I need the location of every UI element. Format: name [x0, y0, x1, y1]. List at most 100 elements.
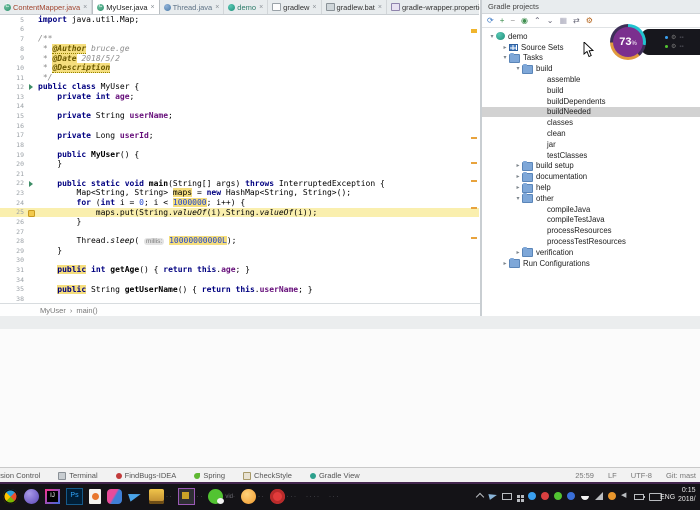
line-number[interactable]: 13 — [0, 93, 27, 101]
line-number[interactable]: 20 — [0, 160, 27, 168]
toolwindow-button-terminal[interactable]: Terminal — [58, 471, 98, 480]
gutter-cell[interactable] — [27, 92, 38, 102]
remove-icon[interactable]: − — [510, 16, 515, 25]
line-ending[interactable]: LF — [608, 471, 617, 480]
taskbar-app-document-viewer[interactable] — [89, 489, 101, 504]
taskbar-app-media-player[interactable]: · · — [149, 489, 172, 504]
chevron-icon[interactable]: ▸ — [514, 184, 522, 191]
run-method-icon[interactable] — [29, 180, 33, 187]
gutter-cell[interactable] — [27, 208, 38, 218]
gutter-cell[interactable] — [27, 159, 38, 169]
gutter-cell[interactable] — [27, 121, 38, 131]
breadcrumb-method[interactable]: main() — [76, 306, 97, 315]
code-line[interactable]: 22 public static void main(String[] args… — [0, 179, 479, 189]
gutter-cell[interactable] — [27, 73, 38, 83]
line-number[interactable]: 27 — [0, 228, 27, 236]
chevron-icon[interactable]: ▾ — [514, 195, 522, 202]
chevron-icon[interactable]: ▾ — [501, 54, 509, 61]
gutter-cell[interactable] — [27, 82, 38, 92]
line-number[interactable]: 31 — [0, 266, 27, 274]
tree-item-build-setup[interactable]: ▸ build setup — [482, 160, 700, 172]
tab-gradlew-bat[interactable]: gradlew.bat × — [322, 0, 387, 14]
gutter-cell[interactable] — [27, 140, 38, 150]
tree-item-assemble[interactable]: assemble — [482, 74, 700, 85]
gutter-cell[interactable] — [27, 150, 38, 160]
gutter-cell[interactable] — [27, 15, 38, 25]
execute-icon[interactable]: ◉ — [521, 16, 528, 25]
taskbar-app-wechat[interactable]: vid· — [208, 489, 235, 504]
recorder-overlay-pill[interactable]: ⚙ ▪▪ ⚙ ▪▪ — [641, 29, 700, 55]
toolwindow-button-version-control[interactable]: Version Control — [0, 471, 40, 480]
settings-icon[interactable]: ⚙ — [586, 16, 593, 25]
chevron-icon[interactable]: ▾ — [514, 65, 522, 72]
line-number[interactable]: 29 — [0, 247, 27, 255]
gutter-cell[interactable] — [27, 44, 38, 54]
code-line[interactable]: 24 for (int i = 0; i < 1000000; i++) { — [0, 197, 479, 208]
code-line[interactable]: 30 — [0, 256, 479, 266]
gutter-cell[interactable] — [27, 111, 38, 121]
tray-app-green-icon[interactable] — [554, 492, 562, 500]
line-number[interactable]: 5 — [0, 16, 27, 24]
toolwindow-button-gradle-view[interactable]: Gradle View — [309, 471, 360, 480]
toolwindow-button-checkstyle[interactable]: CheckStyle — [243, 471, 292, 480]
line-number[interactable]: 21 — [0, 170, 27, 178]
tab-myuser-java[interactable]: MyUser.java× — [92, 0, 160, 14]
tab-close-icon[interactable]: × — [215, 4, 219, 11]
tree-item-testclasses[interactable]: testClasses — [482, 150, 700, 161]
tree-item-verification[interactable]: ▸ verification — [482, 247, 700, 258]
tree-item-processtestresources[interactable]: processTestResources — [482, 236, 700, 247]
tab-thread-java[interactable]: Thread.java × — [160, 0, 225, 14]
code-line[interactable]: 17 private Long userId; — [0, 131, 479, 141]
code-line[interactable]: 13 private int age; — [0, 92, 479, 102]
gutter-cell[interactable] — [27, 265, 38, 275]
code-line[interactable]: 12 public class MyUser { — [0, 82, 479, 92]
chevron-icon[interactable]: ▾ — [488, 33, 496, 40]
code-line[interactable]: 5 import java.util.Map; — [0, 15, 479, 25]
code-line[interactable]: 28 Thread.sleep( millis: 10000000000L); — [0, 235, 479, 246]
tree-item-documentation[interactable]: ▸ documentation — [482, 171, 700, 182]
chevron-icon[interactable]: ▸ — [514, 249, 522, 256]
taskbar-app-more-window[interactable]: · · · — [325, 489, 338, 504]
tree-item-compilejava[interactable]: compileJava — [482, 204, 700, 215]
code-line[interactable]: 20 } — [0, 159, 479, 169]
tray-plane-icon[interactable] — [489, 492, 497, 500]
gear-icon[interactable]: ⚙ — [671, 34, 676, 41]
tab-gradlew[interactable]: gradlew × — [268, 0, 322, 14]
line-number[interactable]: 17 — [0, 131, 27, 139]
line-number[interactable]: 35 — [0, 285, 27, 293]
line-number[interactable]: 10 — [0, 64, 27, 72]
error-stripe[interactable] — [470, 15, 479, 303]
taskbar-app-more-window[interactable]: · · · · — [302, 489, 319, 504]
taskbar-app-intellij-idea[interactable] — [45, 489, 60, 504]
tray-app-blue-icon[interactable] — [528, 492, 536, 500]
chevron-icon[interactable]: ▸ — [514, 162, 522, 169]
line-number[interactable]: 9 — [0, 54, 27, 62]
line-number[interactable]: 28 — [0, 237, 27, 245]
tree-item-jar[interactable]: jar — [482, 139, 700, 150]
tree-item-run-configurations[interactable]: ▸ Run Configurations — [482, 258, 700, 269]
code-line[interactable]: 38 — [0, 294, 479, 303]
tree-item-compiletestjava[interactable]: compileTestJava — [482, 215, 700, 226]
code-line[interactable]: 6 — [0, 25, 479, 35]
taskbar-app-red-app[interactable]: · · · — [269, 489, 296, 504]
gutter-cell[interactable] — [27, 227, 38, 237]
tab-contentmapper-java[interactable]: ContentMapper.java× — [0, 0, 93, 14]
gutter-cell[interactable] — [27, 198, 38, 208]
add-icon[interactable]: + — [500, 16, 505, 25]
code-line[interactable]: 34 — [0, 275, 479, 285]
tree-item-other[interactable]: ▾ other — [482, 193, 700, 204]
gutter-cell[interactable] — [27, 131, 38, 141]
line-number[interactable]: 6 — [0, 25, 27, 33]
line-number[interactable]: 30 — [0, 256, 27, 264]
line-number[interactable]: 25 — [0, 208, 27, 216]
tray-display-icon[interactable] — [502, 493, 512, 500]
line-number[interactable]: 15 — [0, 112, 27, 120]
line-number[interactable]: 16 — [0, 122, 27, 130]
code-line[interactable]: 15 private String userName; — [0, 111, 479, 121]
caret-position[interactable]: 25:59 — [575, 471, 594, 480]
code-line[interactable]: 31 public int getAge() { return this.age… — [0, 265, 479, 275]
gutter-cell[interactable] — [27, 102, 38, 112]
gutter-cell[interactable] — [27, 275, 38, 285]
tab-close-icon[interactable]: × — [83, 4, 87, 11]
tree-item-help[interactable]: ▸ help — [482, 182, 700, 193]
